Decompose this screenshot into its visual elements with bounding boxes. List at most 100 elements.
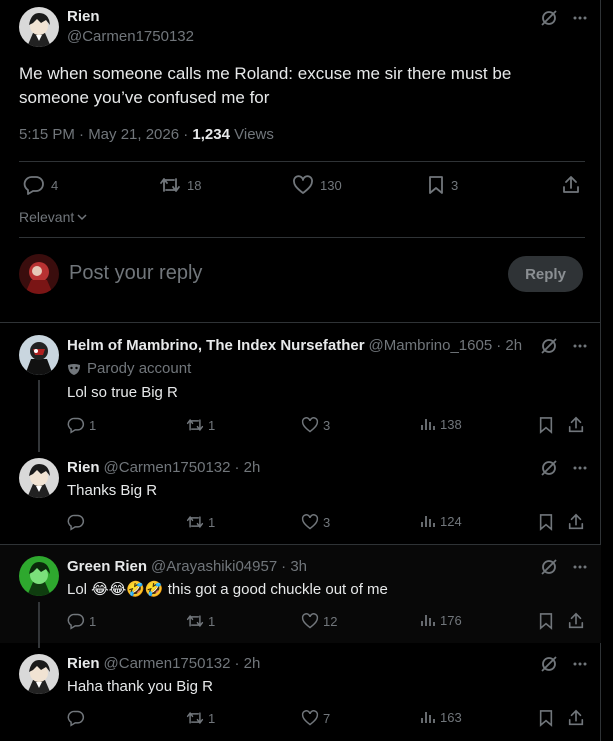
more-options-icon[interactable] — [572, 559, 588, 575]
more-options-icon[interactable] — [572, 10, 588, 26]
grok-icon[interactable] — [540, 9, 558, 27]
more-options-icon[interactable] — [572, 338, 588, 354]
heart-icon — [292, 175, 314, 195]
parody-badge: Parody account — [67, 360, 191, 377]
repost-icon — [186, 513, 204, 531]
divider — [0, 322, 601, 323]
views-button[interactable]: 124 — [420, 513, 462, 529]
views-button[interactable]: 138 — [420, 416, 462, 432]
author-handle[interactable]: @Carmen1750132 — [104, 655, 231, 672]
views-button[interactable]: 176 — [420, 612, 462, 628]
repost-button[interactable]: 18 — [159, 175, 201, 195]
share-icon[interactable] — [567, 709, 585, 727]
grok-icon[interactable] — [540, 655, 558, 673]
author-name[interactable]: Rien — [67, 8, 100, 25]
reply-icon — [23, 175, 45, 195]
author-name[interactable]: Green Rien — [67, 558, 147, 575]
author-handle[interactable]: @Carmen1750132 — [104, 459, 231, 476]
views-count: 1,234 — [192, 126, 230, 143]
tweet-text: Haha thank you Big R — [67, 678, 213, 695]
share-icon[interactable] — [567, 513, 585, 531]
repost-count: 1 — [208, 514, 216, 530]
my-avatar[interactable] — [19, 254, 59, 294]
avatar[interactable] — [19, 556, 59, 596]
share-icon[interactable] — [567, 416, 585, 434]
repost-icon — [186, 709, 204, 727]
tweet-time[interactable]: · 2h — [235, 655, 261, 672]
chevron-down-icon — [76, 211, 88, 223]
views-count: 163 — [440, 709, 462, 725]
views-button[interactable]: 163 — [420, 709, 462, 725]
avatar[interactable] — [19, 335, 59, 375]
reply-input[interactable]: Post your reply — [69, 262, 202, 285]
like-count: 7 — [323, 710, 331, 726]
like-button[interactable]: 3 — [301, 416, 330, 434]
grok-icon[interactable] — [540, 558, 558, 576]
reply-icon — [67, 709, 85, 727]
repost-button[interactable]: 1 — [186, 612, 215, 630]
more-options-icon[interactable] — [572, 656, 588, 672]
bookmark-button[interactable]: 3 — [427, 175, 458, 195]
like-button[interactable]: 12 — [301, 612, 337, 630]
tweet-meta: 5:15 PM · May 21, 2026 · 1,234 Views — [19, 126, 274, 143]
author-name[interactable]: Helm of Mambrino, The Index Nursefather — [67, 337, 365, 354]
tweet-text: Thanks Big R — [67, 482, 158, 499]
tweet-time[interactable]: · 2h — [235, 459, 261, 476]
author-handle[interactable]: @Arayashiki04957 — [151, 558, 277, 575]
repost-count: 1 — [208, 613, 216, 629]
like-button[interactable]: 3 — [301, 513, 330, 531]
scrollbar-track[interactable] — [602, 0, 613, 741]
tweet-timestamp[interactable]: 5:15 PM · May 21, 2026 · — [19, 126, 192, 143]
bookmark-icon — [427, 175, 445, 195]
grok-icon[interactable] — [540, 337, 558, 355]
author-handle[interactable]: @Mambrino_1605 — [369, 337, 493, 354]
repost-button[interactable]: 1 — [186, 513, 215, 531]
like-count: 12 — [323, 613, 338, 629]
share-icon — [561, 175, 581, 195]
sort-label: Relevant — [19, 209, 75, 225]
reply-button[interactable]: 4 — [23, 175, 58, 195]
bookmark-icon[interactable] — [538, 612, 554, 630]
repost-icon — [159, 175, 181, 195]
analytics-icon — [420, 709, 436, 725]
share-icon[interactable] — [567, 612, 585, 630]
like-button[interactable]: 7 — [301, 709, 330, 727]
reply-count: 1 — [89, 417, 97, 433]
avatar[interactable] — [19, 7, 59, 47]
author-handle[interactable]: @Carmen1750132 — [67, 28, 194, 45]
author-name[interactable]: Rien — [67, 655, 100, 672]
repost-count: 1 — [208, 417, 216, 433]
reply-button[interactable] — [67, 709, 89, 727]
mask-icon — [67, 362, 81, 376]
grok-icon[interactable] — [540, 459, 558, 477]
sort-dropdown[interactable]: Relevant — [19, 209, 88, 225]
repost-button[interactable]: 1 — [186, 709, 215, 727]
tweet-time[interactable]: · 3h — [281, 558, 307, 575]
avatar[interactable] — [19, 458, 59, 498]
analytics-icon — [420, 513, 436, 529]
like-count: 3 — [323, 514, 331, 530]
bookmark-icon[interactable] — [538, 416, 554, 434]
repost-button[interactable]: 1 — [186, 416, 215, 434]
views-count: 138 — [440, 416, 462, 432]
analytics-icon — [420, 416, 436, 432]
tweet-time[interactable]: · 2h — [496, 337, 522, 354]
bookmark-icon[interactable] — [538, 513, 554, 531]
heart-icon — [301, 709, 319, 727]
avatar[interactable] — [19, 654, 59, 694]
share-button[interactable] — [561, 175, 581, 195]
bookmark-icon[interactable] — [538, 709, 554, 727]
analytics-icon — [420, 612, 436, 628]
like-count: 3 — [323, 417, 331, 433]
reply-button[interactable]: 1 — [67, 612, 96, 630]
reply-button[interactable]: 1 — [67, 416, 96, 434]
tweet-text: Lol so true Big R — [67, 384, 178, 401]
author-name[interactable]: Rien — [67, 459, 100, 476]
like-button[interactable]: 130 — [292, 175, 342, 195]
reply-button[interactable] — [67, 513, 89, 531]
reply-submit-button[interactable]: Reply — [508, 256, 583, 292]
more-options-icon[interactable] — [572, 460, 588, 476]
bookmark-count: 3 — [451, 177, 459, 193]
reply-icon — [67, 612, 85, 630]
like-count: 130 — [320, 177, 342, 193]
